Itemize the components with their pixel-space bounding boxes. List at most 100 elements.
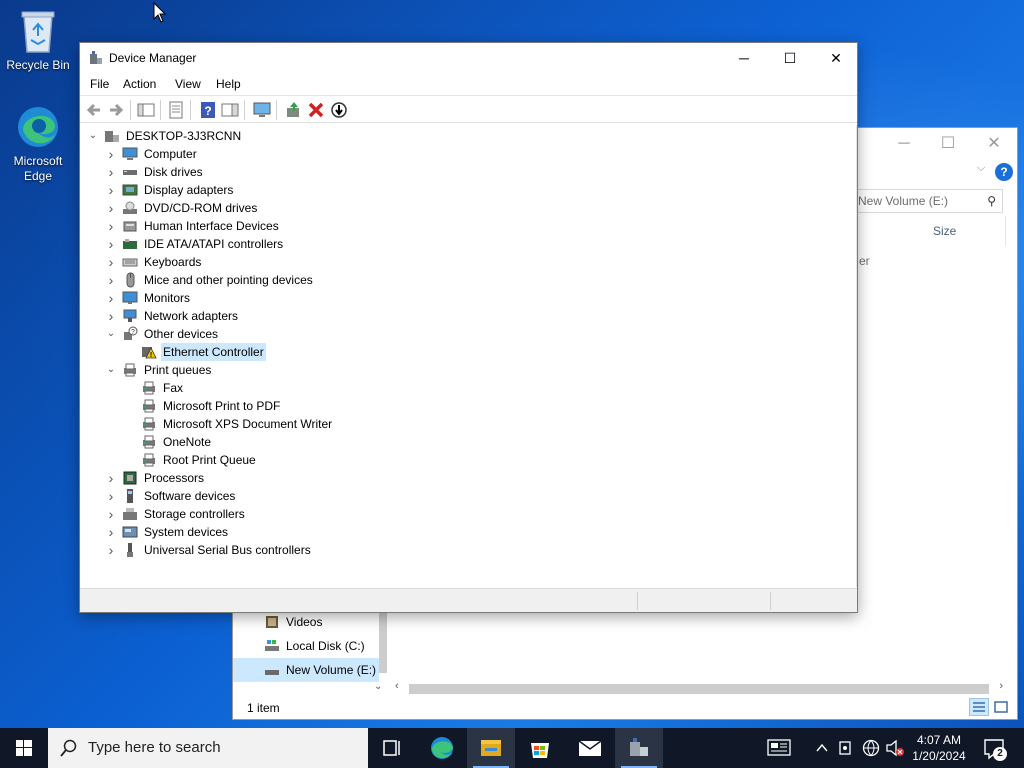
mouse-cursor-icon [153, 2, 167, 23]
taskbar-mail[interactable] [566, 728, 614, 768]
content-hscrollbar[interactable]: ‹ › [393, 680, 1003, 695]
explorer-maximize-button[interactable]: ☐ [925, 128, 971, 160]
start-button[interactable] [0, 728, 48, 768]
taskbar-edge[interactable] [418, 728, 466, 768]
chevron-down-icon[interactable]: ⌵ [977, 162, 985, 175]
uninstall-device-icon[interactable] [306, 100, 326, 120]
collapsed-chevron-icon[interactable]: › [105, 253, 117, 271]
desktop-icon-edge[interactable]: Microsoft Edge [0, 104, 76, 184]
device-manager-window[interactable]: Device Manager ─ ☐ ✕ File Action View He… [79, 42, 858, 613]
details-view-button[interactable] [969, 698, 989, 716]
computer-icon [122, 147, 138, 160]
tree-item-label: Network adapters [144, 309, 239, 323]
show-hide-console-tree-icon[interactable] [136, 100, 156, 120]
clock-time: 4:07 AM [916, 733, 962, 747]
videos-folder-icon [266, 616, 278, 628]
fax-icon [143, 381, 155, 395]
edge-icon [431, 737, 453, 759]
recycle-bin-icon [21, 11, 55, 53]
collapsed-chevron-icon[interactable]: › [105, 523, 117, 541]
scan-hardware-icon[interactable] [252, 100, 272, 120]
collapsed-chevron-icon[interactable]: › [105, 469, 117, 487]
explorer-close-button[interactable]: ✕ [971, 128, 1017, 160]
scroll-right-icon[interactable]: › [999, 680, 1003, 692]
volume-muted-icon[interactable] [884, 728, 906, 768]
help-icon[interactable]: ? [995, 163, 1013, 181]
collapsed-chevron-icon[interactable]: › [105, 163, 117, 181]
help-icon[interactable]: ? [198, 100, 218, 120]
nav-item-videos[interactable]: Videos [233, 610, 379, 634]
close-button[interactable]: ✕ [813, 43, 859, 73]
tree-item-label: Mice and other pointing devices [144, 273, 313, 287]
network-adapters-icon [123, 309, 137, 322]
mail-icon [578, 740, 602, 756]
nav-item-local-disk-c[interactable]: Local Disk (C:) [233, 634, 379, 658]
menu-file[interactable]: File [90, 77, 109, 91]
hscroll-thumb[interactable] [409, 684, 989, 694]
globe-network-icon[interactable] [860, 728, 882, 768]
nav-scrollbar[interactable] [379, 613, 387, 673]
collapsed-chevron-icon[interactable]: › [105, 487, 117, 505]
dvd-cd-rom-drives-icon [123, 201, 137, 214]
device-tree[interactable]: ⌄ DESKTOP-3J3RCNN › Computer › Disk drives › Di… [80, 125, 857, 587]
menu-help[interactable]: Help [216, 77, 241, 91]
scroll-left-icon[interactable]: ‹ [395, 680, 399, 692]
collapsed-chevron-icon[interactable]: › [105, 199, 117, 217]
back-icon[interactable] [84, 100, 104, 120]
collapsed-chevron-icon[interactable]: › [105, 145, 117, 163]
properties-icon[interactable] [166, 100, 186, 120]
large-icons-view-button[interactable] [991, 698, 1011, 716]
task-view-icon [383, 740, 400, 756]
collapsed-chevron-icon[interactable]: › [105, 181, 117, 199]
explorer-search-text: New Volume (E:) [858, 194, 949, 208]
collapsed-chevron-icon[interactable]: › [105, 235, 117, 253]
menu-action[interactable]: Action [123, 77, 156, 91]
taskbar-device-manager[interactable] [615, 728, 663, 768]
chevron-up-icon[interactable] [812, 728, 832, 768]
action-center-button[interactable]: 2 [980, 728, 1010, 768]
forward-icon[interactable] [106, 100, 126, 120]
tree-item-label: Computer [144, 147, 197, 161]
nav-item-new-volume-e[interactable]: New Volume (E:) [233, 658, 379, 682]
tree-item-label: DVD/CD-ROM drives [144, 201, 258, 215]
news-and-interests-icon[interactable] [764, 728, 794, 768]
disable-device-icon[interactable] [329, 100, 349, 120]
collapsed-chevron-icon[interactable]: › [105, 505, 117, 523]
scroll-down-icon[interactable]: ⌄ [374, 681, 382, 692]
human-interface-devices-icon [123, 221, 137, 232]
titlebar[interactable]: Device Manager ─ ☐ ✕ [80, 43, 857, 73]
collapsed-chevron-icon[interactable]: › [105, 541, 117, 559]
action-pane-icon[interactable] [220, 100, 240, 120]
taskbar-search-input[interactable]: Type here to search [48, 728, 368, 768]
collapsed-chevron-icon[interactable]: › [105, 217, 117, 235]
collapsed-chevron-icon[interactable]: › [105, 307, 117, 325]
update-driver-icon[interactable] [284, 100, 304, 120]
expanded-chevron-icon[interactable]: ⌄ [105, 325, 117, 343]
network-device-icon[interactable] [836, 728, 856, 768]
tree-item-label: Human Interface Devices [144, 219, 279, 233]
expanded-chevron-icon[interactable]: ⌄ [87, 127, 99, 145]
taskbar-file-explorer[interactable] [467, 728, 515, 768]
desktop-3j3rcnn-icon [105, 131, 119, 142]
explorer-minimize-button[interactable]: ─ [881, 128, 927, 160]
tree-item-label: Ethernet Controller [161, 343, 266, 361]
task-view-button[interactable] [368, 728, 416, 768]
column-header-size[interactable]: Size [933, 224, 956, 238]
taskbar-store[interactable] [516, 728, 564, 768]
tree-item-label: OneNote [163, 435, 212, 449]
desktop-icon-recycle-bin[interactable]: Recycle Bin [0, 8, 76, 73]
column-separator[interactable] [1005, 216, 1006, 246]
menu-view[interactable]: View [175, 77, 201, 91]
edge-icon [18, 107, 58, 147]
minimize-button[interactable]: ─ [721, 43, 767, 73]
storage-controllers-icon [123, 508, 137, 520]
maximize-button[interactable]: ☐ [767, 43, 813, 73]
tree-item-label: Other devices [144, 327, 219, 341]
expanded-chevron-icon[interactable]: ⌄ [105, 361, 117, 379]
toolbar-separator [190, 100, 191, 120]
explorer-search-input[interactable]: New Volume (E:) ⚲ [853, 189, 1003, 213]
tree-item-label: Universal Serial Bus controllers [144, 543, 311, 557]
collapsed-chevron-icon[interactable]: › [105, 289, 117, 307]
clock[interactable]: 4:07 AM 1/20/2024 [905, 732, 973, 764]
collapsed-chevron-icon[interactable]: › [105, 271, 117, 289]
